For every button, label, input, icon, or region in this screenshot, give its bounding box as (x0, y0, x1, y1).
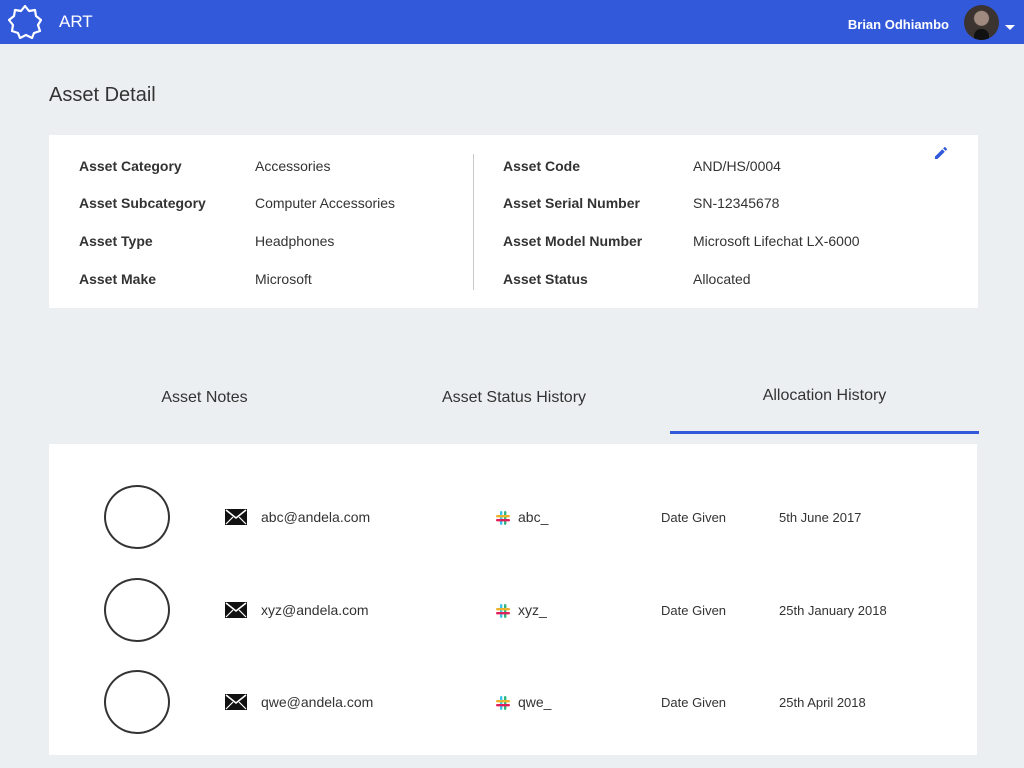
asset-detail-card: Asset Category Accessories Asset Subcate… (49, 135, 978, 308)
asset-category-value: Accessories (255, 158, 331, 174)
mail-icon (225, 694, 247, 710)
date-value: 5th June 2017 (779, 510, 862, 525)
asset-subcategory-value: Computer Accessories (255, 195, 396, 211)
asset-make-value: Microsoft (255, 271, 312, 287)
mail-icon (225, 509, 247, 525)
asset-type-label: Asset Type (79, 233, 153, 249)
logo-icon[interactable] (8, 5, 42, 39)
date-value: 25th April 2018 (779, 695, 866, 710)
avatar (104, 670, 170, 734)
list-item: qwe@andela.com qwe_ Date Given 25th Apri… (49, 670, 977, 740)
date-label: Date Given (661, 510, 727, 525)
asset-type-value: Headphones (255, 233, 335, 249)
email-text: abc@andela.com (261, 509, 371, 525)
asset-model-number-value: Microsoft Lifechat LX-6000 (693, 233, 860, 249)
date-label: Date Given (661, 695, 727, 710)
slack-icon (496, 511, 510, 525)
page-title: Asset Detail (49, 84, 156, 106)
email-text: xyz@andela.com (261, 602, 369, 618)
asset-code-label: Asset Code (503, 158, 581, 174)
column-divider (473, 154, 474, 290)
mail-icon (225, 602, 247, 618)
asset-status-value: Allocated (693, 271, 751, 287)
avatar[interactable] (964, 5, 999, 40)
date-value: 25th January 2018 (779, 603, 887, 618)
slack-icon (496, 696, 510, 710)
avatar (104, 578, 170, 642)
user-name[interactable]: Brian Odhiambo (848, 17, 949, 32)
asset-status-label: Asset Status (503, 271, 588, 287)
asset-category-label: Asset Category (79, 158, 182, 174)
tab-allocation-history[interactable]: Allocation History (670, 361, 979, 434)
asset-model-number-label: Asset Model Number (503, 233, 643, 249)
asset-code-value: AND/HS/0004 (693, 158, 781, 174)
asset-subcategory-label: Asset Subcategory (79, 195, 206, 211)
pencil-icon[interactable] (934, 146, 948, 160)
tab-asset-status-history[interactable]: Asset Status History (360, 361, 668, 434)
slack-handle: abc_ (518, 509, 549, 525)
top-navbar: ART Brian Odhiambo (0, 0, 1024, 44)
list-item: xyz@andela.com xyz_ Date Given 25th Janu… (49, 578, 977, 648)
asset-serial-number-label: Asset Serial Number (503, 195, 640, 211)
avatar (104, 485, 170, 549)
list-item: abc@andela.com abc_ Date Given 5th June … (49, 485, 977, 555)
asset-make-label: Asset Make (79, 271, 157, 287)
asset-serial-number-value: SN-12345678 (693, 195, 780, 211)
email-text: qwe@andela.com (261, 694, 374, 710)
slack-icon (496, 604, 510, 618)
date-label: Date Given (661, 603, 727, 618)
tab-asset-notes[interactable]: Asset Notes (49, 361, 360, 434)
slack-handle: xyz_ (518, 602, 547, 618)
allocation-history-list: abc@andela.com abc_ Date Given 5th June … (49, 444, 977, 755)
caret-down-icon[interactable] (1005, 25, 1015, 30)
app-title[interactable]: ART (59, 12, 93, 32)
slack-handle: qwe_ (518, 694, 552, 710)
